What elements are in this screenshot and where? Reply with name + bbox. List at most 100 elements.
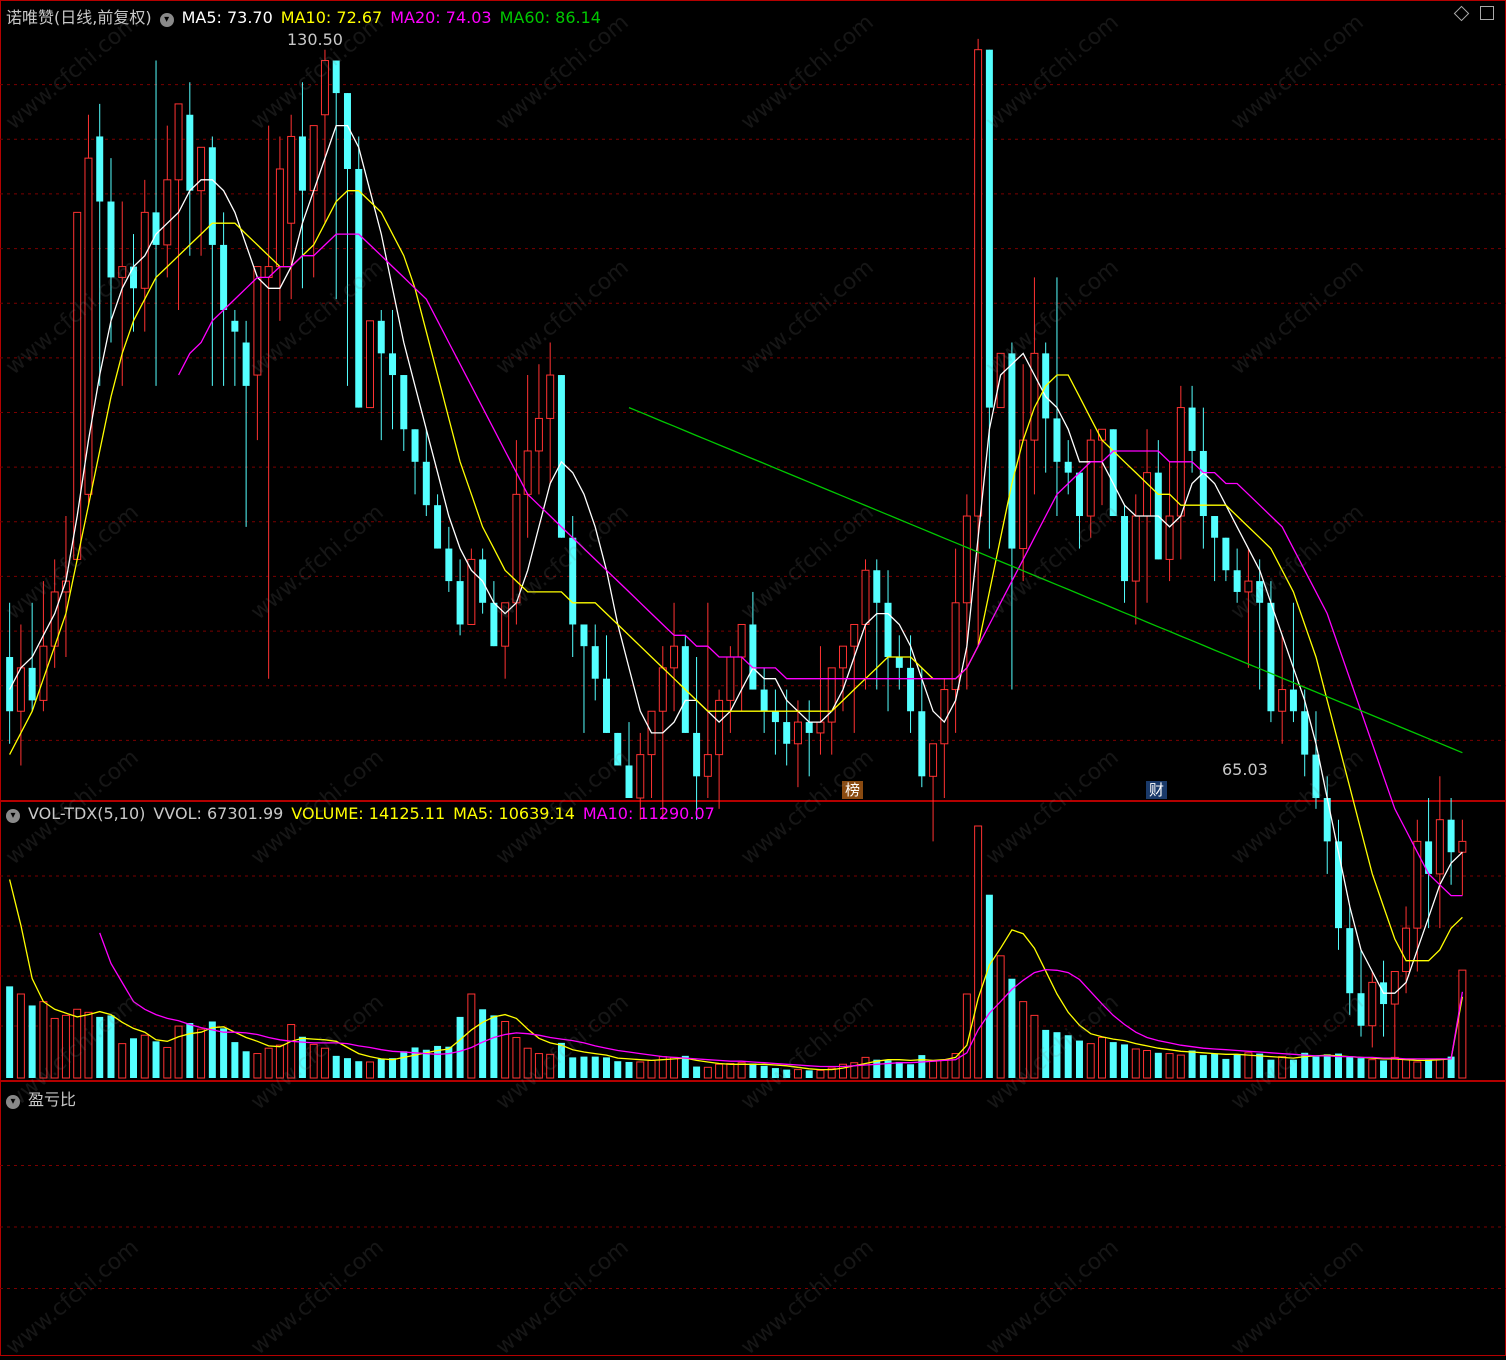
candle-body-down [332, 60, 340, 94]
low-annotation: 65.03 [1222, 760, 1268, 779]
volume-bar-down [332, 1055, 340, 1078]
candle-body-up [962, 515, 971, 604]
ma5-line [9, 124, 1463, 994]
candle-body-down [1267, 602, 1275, 712]
volume-bar-down [343, 1058, 351, 1078]
volume-bar-down [1121, 1044, 1129, 1078]
candle-body-up [1165, 515, 1174, 560]
candle-body-up [838, 645, 847, 669]
restore-icon[interactable] [1480, 6, 1494, 20]
volume-bar-up [670, 1056, 679, 1079]
candle-body-down [242, 342, 250, 386]
dropdown-icon[interactable]: ▾ [159, 13, 174, 27]
candle-body-down [771, 711, 779, 723]
volume-bar-down [1154, 1052, 1162, 1078]
volume-bar-down [693, 1066, 701, 1078]
volume-bar-down [760, 1065, 768, 1078]
volume-bar-down [1256, 1053, 1264, 1078]
volume-label: VOLUME: 14125.11 [291, 804, 446, 823]
candle-body-up [16, 667, 25, 712]
candle-body-down [895, 657, 903, 668]
volume-bar-up [467, 993, 476, 1079]
volume-bar-up [1402, 1058, 1411, 1079]
volume-bar-up [737, 1062, 746, 1079]
volume-bar-down [490, 1015, 498, 1078]
ma10-label: MA10: 72.67 [280, 8, 383, 27]
volume-ma5-line [8, 879, 1464, 1071]
volume-bar-up [140, 1034, 149, 1079]
candle-body-down [1222, 537, 1230, 571]
candle-body-up [726, 656, 735, 701]
volume-bar-up [534, 1053, 543, 1079]
volume-bar-up [974, 825, 983, 1079]
volume-bar-up [715, 1063, 724, 1079]
volume-bar-down [456, 1016, 464, 1078]
candle-body-up [512, 493, 521, 604]
candle-body-up [118, 266, 127, 278]
volume-bar-down [107, 1015, 115, 1078]
candle-body-down [569, 537, 577, 625]
volume-bar-up [861, 1056, 870, 1079]
candle-body-up [163, 179, 172, 246]
volume-bar-up [1131, 1048, 1140, 1079]
volume-bar-up [61, 1014, 70, 1079]
candle-body-up [1143, 472, 1152, 517]
candle-body-up [715, 699, 724, 756]
dropdown-icon[interactable]: ▾ [6, 809, 20, 823]
candle-body-up [816, 721, 825, 734]
candle-body-down [1447, 819, 1455, 853]
candle-body-down [1346, 928, 1354, 994]
candle-body-down [220, 244, 228, 310]
high-annotation: 130.50 [287, 30, 343, 49]
volume-bar-down [242, 1051, 250, 1078]
ma20-label: MA20: 74.03 [390, 8, 492, 27]
candle-body-down [884, 602, 892, 658]
volume-bar-down [1064, 1035, 1072, 1078]
volume-bar-down [220, 1028, 228, 1078]
candle-body-up [73, 211, 82, 560]
volume-bar-up [726, 1062, 735, 1079]
volume-bar-down [1233, 1054, 1241, 1078]
cai-marker[interactable]: 财 [1146, 781, 1168, 799]
candle-body-down [1199, 450, 1207, 517]
candle-body-up [1413, 840, 1422, 929]
volume-bar-up [816, 1069, 825, 1079]
volume-bar-down [557, 1042, 565, 1078]
volume-bar-down [895, 1061, 903, 1078]
candle-body-down [1301, 711, 1309, 755]
candle-body-down [298, 136, 306, 191]
candle-body-up [275, 168, 284, 268]
candle-body-up [861, 569, 870, 625]
volume-bar-up [275, 1044, 284, 1079]
candle-body-up [703, 754, 712, 777]
candle-body-up [670, 645, 679, 669]
candle-body-down [422, 461, 430, 506]
candle-body-up [174, 103, 183, 181]
volume-bar-down [186, 1023, 194, 1078]
bang-marker[interactable]: 榜 [842, 781, 864, 799]
volume-bar-down [1199, 1055, 1207, 1078]
candle-body-down [591, 646, 599, 679]
volume-bar-down [1008, 978, 1016, 1078]
volume-bar-down [1425, 1059, 1433, 1078]
candle-body-up [1402, 927, 1411, 973]
dropdown-icon[interactable]: ▾ [6, 1095, 20, 1109]
volume-bar-up [1165, 1053, 1174, 1079]
candle-body-up [850, 623, 859, 647]
candle-body-down [760, 689, 768, 712]
volume-bar-up [253, 1053, 262, 1079]
volume-bar-down [603, 1057, 610, 1078]
volume-bar-up [264, 1047, 273, 1079]
candle-body-down [434, 505, 442, 549]
volume-bar-down [1312, 1056, 1320, 1078]
volume-bar-up [1278, 1056, 1287, 1079]
volume-bar-down [355, 1061, 363, 1078]
ma60-label: MA60: 86.14 [499, 8, 601, 27]
volume-bar-down [1222, 1058, 1230, 1078]
volume-bar-down [749, 1063, 757, 1078]
volume-bar-up [546, 1053, 555, 1079]
candle-body-down [96, 136, 104, 202]
candle-body-up [636, 754, 645, 799]
volume-bar-up [73, 1008, 82, 1079]
volume-bar-down [1323, 1054, 1331, 1078]
